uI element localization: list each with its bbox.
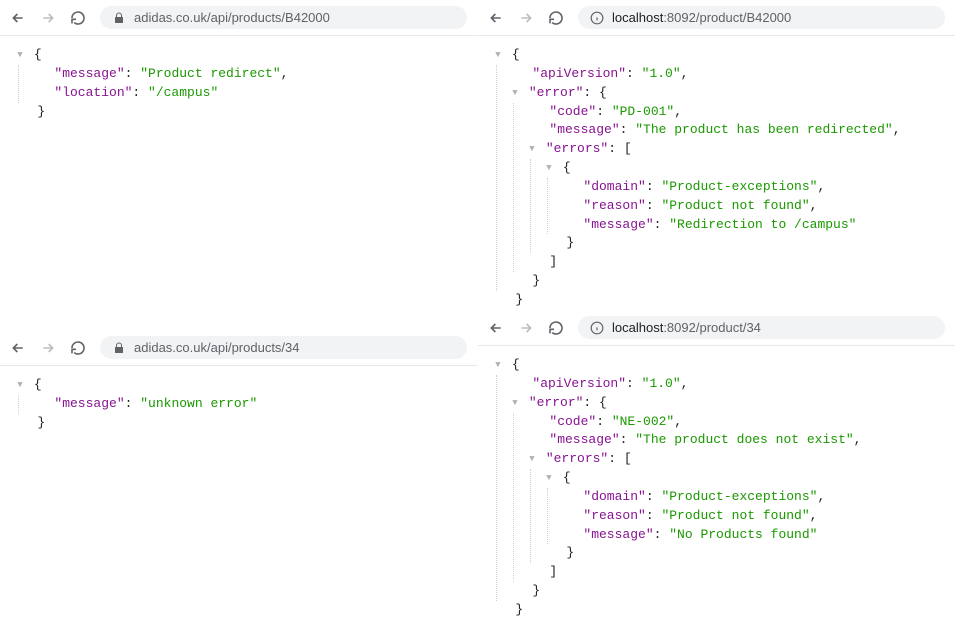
lock-icon xyxy=(112,341,126,355)
forward-icon[interactable] xyxy=(40,10,56,26)
back-icon[interactable] xyxy=(10,340,26,356)
chevron-down-icon[interactable]: ▼ xyxy=(543,472,555,485)
address-text: localhost:8092/product/34 xyxy=(612,320,761,335)
browser-toolbar: localhost:8092/product/B42000 xyxy=(478,0,955,36)
address-bar[interactable]: localhost:8092/product/B42000 xyxy=(578,6,945,29)
json-viewer: ▼ { "apiVersion": "1.0", ▼ "error": { "c… xyxy=(478,36,955,320)
chevron-down-icon[interactable]: ▼ xyxy=(526,143,538,156)
forward-icon[interactable] xyxy=(40,340,56,356)
chevron-down-icon[interactable]: ▼ xyxy=(492,49,504,62)
json-viewer: ▼ { "message": "Product redirect", "loca… xyxy=(0,36,477,131)
back-icon[interactable] xyxy=(488,320,504,336)
forward-icon[interactable] xyxy=(518,10,534,26)
back-icon[interactable] xyxy=(10,10,26,26)
chevron-down-icon[interactable]: ▼ xyxy=(509,397,521,410)
reload-icon[interactable] xyxy=(548,320,564,336)
json-viewer: ▼ { "message": "unknown error" } xyxy=(0,366,477,443)
browser-pane: adidas.co.uk/api/products/B42000 ▼ { "me… xyxy=(0,0,477,300)
browser-toolbar: adidas.co.uk/api/products/B42000 xyxy=(0,0,477,36)
address-bar[interactable]: localhost:8092/product/34 xyxy=(578,316,945,339)
reload-icon[interactable] xyxy=(70,10,86,26)
chevron-down-icon[interactable]: ▼ xyxy=(543,162,555,175)
reload-icon[interactable] xyxy=(70,340,86,356)
back-icon[interactable] xyxy=(488,10,504,26)
address-text: adidas.co.uk/api/products/B42000 xyxy=(134,10,330,25)
browser-toolbar: localhost:8092/product/34 xyxy=(478,310,955,346)
info-icon xyxy=(590,11,604,25)
browser-pane: adidas.co.uk/api/products/34 ▼ { "messag… xyxy=(0,330,477,600)
chevron-down-icon[interactable]: ▼ xyxy=(14,379,26,392)
lock-icon xyxy=(112,11,126,25)
browser-pane: localhost:8092/product/34 ▼ { "apiVersio… xyxy=(478,310,955,600)
address-bar[interactable]: adidas.co.uk/api/products/34 xyxy=(100,336,467,359)
chevron-down-icon[interactable]: ▼ xyxy=(526,453,538,466)
chevron-down-icon[interactable]: ▼ xyxy=(492,359,504,372)
browser-pane: localhost:8092/product/B42000 ▼ { "apiVe… xyxy=(478,0,955,310)
address-bar[interactable]: adidas.co.uk/api/products/B42000 xyxy=(100,6,467,29)
browser-toolbar: adidas.co.uk/api/products/34 xyxy=(0,330,477,366)
chevron-down-icon[interactable]: ▼ xyxy=(509,87,521,100)
chevron-down-icon[interactable]: ▼ xyxy=(14,49,26,62)
address-text: adidas.co.uk/api/products/34 xyxy=(134,340,300,355)
info-icon xyxy=(590,321,604,335)
reload-icon[interactable] xyxy=(548,10,564,26)
address-text: localhost:8092/product/B42000 xyxy=(612,10,791,25)
forward-icon[interactable] xyxy=(518,320,534,336)
json-viewer: ▼ { "apiVersion": "1.0", ▼ "error": { "c… xyxy=(478,346,955,630)
